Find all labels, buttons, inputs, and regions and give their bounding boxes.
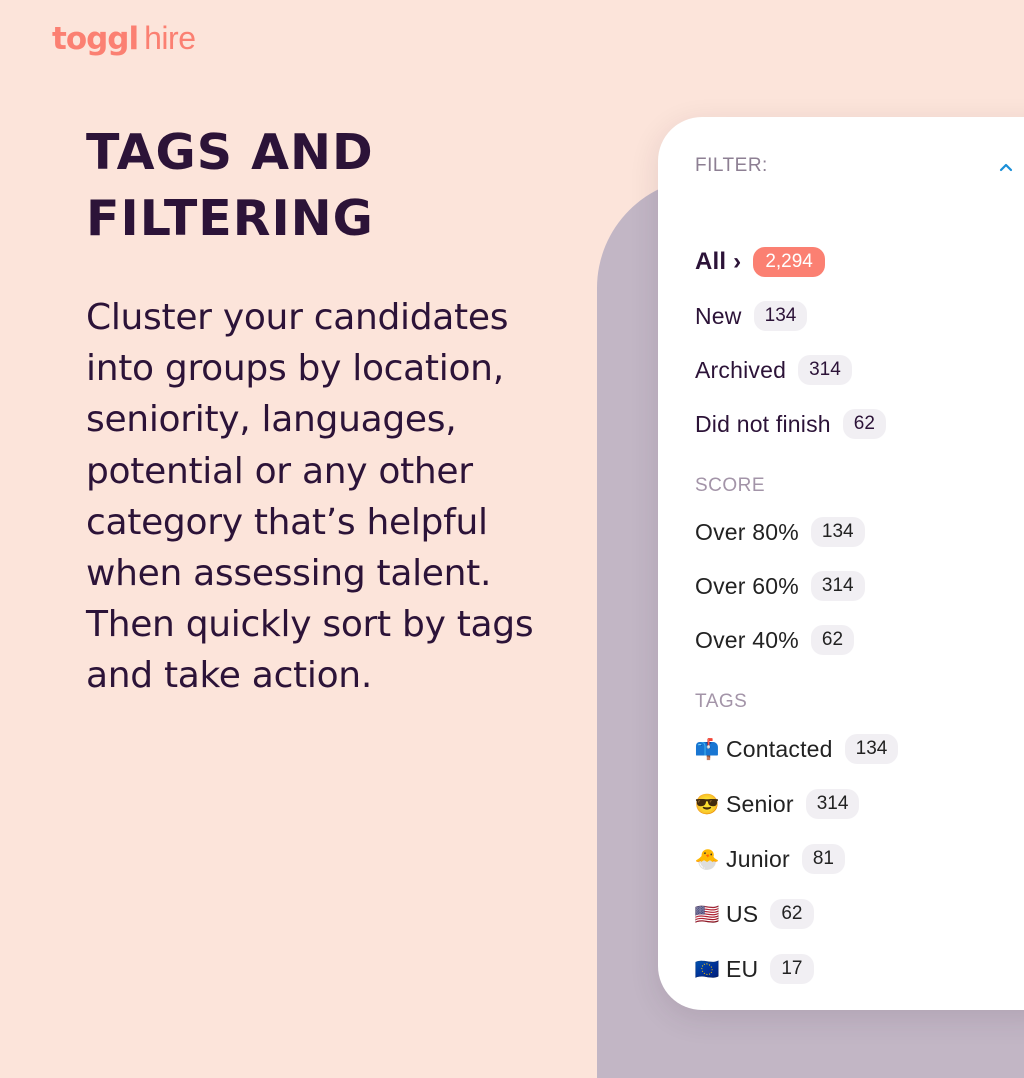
score-section-label: SCORE xyxy=(695,475,766,496)
tag-label: Contacted xyxy=(726,735,833,762)
count-badge: 81 xyxy=(801,844,845,874)
logo-product: hire xyxy=(144,20,196,56)
filter-label: Over 40% xyxy=(695,626,799,653)
page-title: TAGS AND FILTERING xyxy=(86,124,374,247)
filter-score-over-60[interactable]: Over 60% 314 xyxy=(695,571,865,601)
filter-label: New xyxy=(695,302,742,329)
eu-flag-icon: 🇪🇺 xyxy=(694,958,720,981)
tag-senior[interactable]: 😎 Senior 314 xyxy=(694,789,860,819)
count-badge: 134 xyxy=(753,301,808,331)
toggl-hire-logo: toggl hire xyxy=(52,20,196,57)
filter-label: Did not finish xyxy=(695,410,831,437)
filter-label: Over 80% xyxy=(695,518,799,545)
tag-eu[interactable]: 🇪🇺 EU 17 xyxy=(695,954,814,984)
count-badge: 17 xyxy=(770,954,814,984)
filter-score-over-80[interactable]: Over 80% 134 xyxy=(695,517,865,547)
mailbox-icon: 📫 xyxy=(694,738,720,761)
count-badge: 62 xyxy=(810,625,855,655)
tag-label: US xyxy=(726,900,759,927)
filter-panel: FILTER: All › 2,294 New 134 Archived 314… xyxy=(658,117,1024,1010)
tag-contacted[interactable]: 📫 Contacted 134 xyxy=(694,734,899,764)
count-badge: 314 xyxy=(810,571,865,601)
count-badge: 314 xyxy=(805,789,860,819)
tag-junior[interactable]: 🐣 Junior 81 xyxy=(695,844,845,874)
filter-score-over-40[interactable]: Over 40% 62 xyxy=(695,625,855,655)
tag-us[interactable]: 🇺🇸 US 62 xyxy=(695,899,814,929)
tag-label: Senior xyxy=(726,790,794,817)
chevron-up-icon[interactable] xyxy=(996,159,1016,175)
filter-title: FILTER: xyxy=(695,155,768,176)
filter-label: All › xyxy=(695,248,742,275)
filter-all[interactable]: All › 2,294 xyxy=(695,247,825,277)
count-badge: 2,294 xyxy=(753,247,825,277)
filter-new[interactable]: New 134 xyxy=(695,301,808,331)
us-flag-icon: 🇺🇸 xyxy=(694,903,720,926)
filter-archived[interactable]: Archived 314 xyxy=(695,355,852,385)
count-badge: 62 xyxy=(770,899,814,929)
tag-label: Junior xyxy=(726,845,790,872)
count-badge: 134 xyxy=(844,734,899,764)
sunglasses-face-icon: 😎 xyxy=(694,793,720,816)
filter-label: Over 60% xyxy=(695,572,799,599)
hatching-chick-icon: 🐣 xyxy=(694,848,720,871)
tag-label: EU xyxy=(726,955,759,982)
logo-brand: toggl xyxy=(52,21,139,57)
description: Cluster your candidates into groups by l… xyxy=(86,297,534,697)
filter-did-not-finish[interactable]: Did not finish 62 xyxy=(695,409,886,439)
count-badge: 62 xyxy=(842,409,886,439)
count-badge: 134 xyxy=(810,517,865,547)
filter-label: Archived xyxy=(695,356,787,383)
tags-section-label: TAGS xyxy=(695,691,748,712)
count-badge: 314 xyxy=(798,355,852,385)
